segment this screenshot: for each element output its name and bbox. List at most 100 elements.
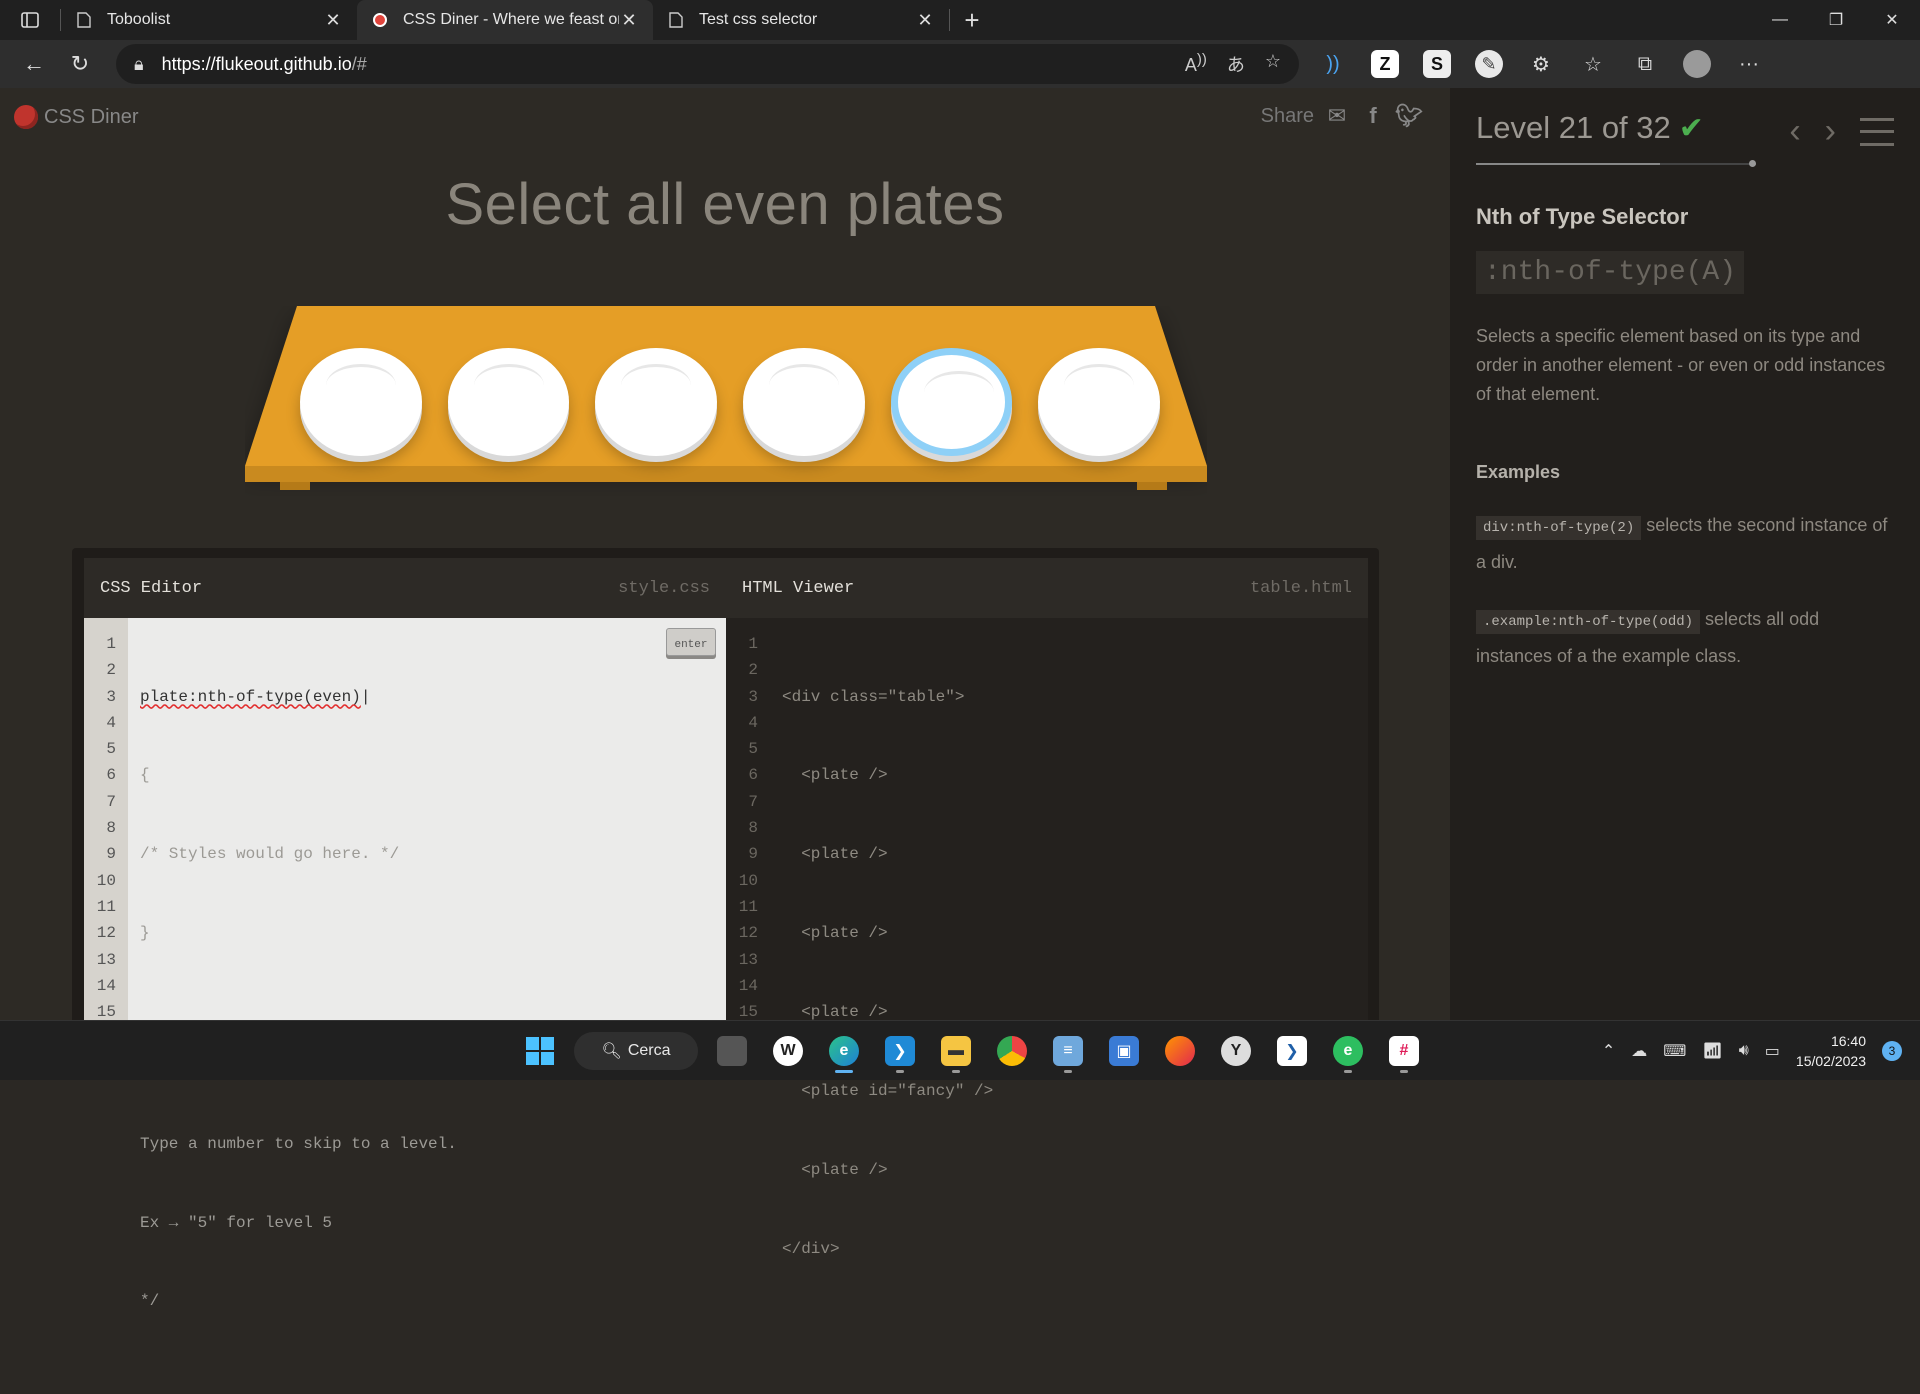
- logo-text: CSS Diner: [44, 105, 139, 128]
- chrome-icon[interactable]: [990, 1029, 1034, 1073]
- html-viewer-filename: table.html: [1249, 578, 1352, 598]
- minimize-button[interactable]: —: [1752, 0, 1808, 40]
- restore-button[interactable]: ❐: [1808, 0, 1864, 40]
- url-field[interactable]: 🔒︎ https://flukeout.github.io/# A)) あ ☆: [116, 44, 1299, 84]
- task-view-icon[interactable]: [710, 1029, 754, 1073]
- plate[interactable]: [595, 348, 717, 456]
- tab-label: Test css selector: [699, 11, 818, 28]
- tab-test-css-selector[interactable]: Test css selector ✕: [653, 0, 949, 40]
- examples-title: Examples: [1476, 462, 1561, 482]
- plates-row: [300, 348, 1160, 458]
- refresh-button[interactable]: ↻: [58, 44, 102, 84]
- enter-button[interactable]: enter: [666, 628, 716, 656]
- email-icon[interactable]: ✉: [1324, 103, 1350, 129]
- close-icon[interactable]: ✕: [323, 10, 343, 31]
- window-close-button[interactable]: ✕: [1864, 0, 1920, 40]
- collections-icon[interactable]: ⧉: [1625, 44, 1665, 84]
- wifi-icon[interactable]: 📶︎: [1702, 1041, 1722, 1061]
- more-menu-icon[interactable]: ···: [1729, 44, 1769, 84]
- plate[interactable]: [300, 348, 422, 456]
- search-icon: 🔍︎: [601, 1043, 622, 1060]
- remote-desktop-icon[interactable]: ▣: [1102, 1029, 1146, 1073]
- taskbar-search[interactable]: 🔍︎ Cerca: [574, 1032, 698, 1070]
- evernote-icon[interactable]: e: [1326, 1029, 1370, 1073]
- powershell-icon[interactable]: ❯: [1270, 1029, 1314, 1073]
- plate[interactable]: [447, 348, 570, 456]
- css-code: plate:nth-of-type(even)| { /* Styles wou…: [128, 618, 726, 1310]
- html-line[interactable]: <plate />: [782, 762, 1368, 788]
- clock[interactable]: 16:40 15/02/2023: [1796, 1031, 1866, 1071]
- extension-picker-icon[interactable]: ✎: [1469, 44, 1509, 84]
- volume-icon[interactable]: 🔊︎: [1739, 1042, 1749, 1060]
- onedrive-icon[interactable]: ☁: [1631, 1041, 1647, 1061]
- css-selector-input[interactable]: plate:nth-of-type(even)|: [140, 684, 726, 710]
- file-explorer-icon[interactable]: ▬: [934, 1029, 978, 1073]
- favorite-add-icon[interactable]: ☆: [1265, 51, 1281, 77]
- table: [245, 306, 1207, 496]
- vscode-icon[interactable]: ❯: [878, 1029, 922, 1073]
- example-item: div:nth-of-type(2) selects the second in…: [1476, 515, 1888, 572]
- read-aloud-icon[interactable]: A)): [1185, 51, 1207, 77]
- start-button[interactable]: [518, 1029, 562, 1073]
- html-line[interactable]: <plate id="fancy" />: [782, 1078, 1368, 1104]
- new-tab-button[interactable]: +: [950, 0, 994, 40]
- plate[interactable]: [1038, 348, 1160, 456]
- css-editor: CSS Editor style.css 1 2 3 4 5 6 7 8 9 10 11 12 13 14…: [84, 558, 726, 1310]
- html-line[interactable]: <div class="table">: [782, 684, 1368, 710]
- game-area: CSS Diner Share ✉ f 🐦︎ Select all even p…: [0, 88, 1450, 1310]
- share-bar: Share ✉ f 🐦︎: [1260, 103, 1423, 129]
- extension-s-icon[interactable]: S: [1417, 44, 1457, 84]
- selector-hint: Selects a specific element based on its …: [1476, 326, 1886, 404]
- tab-actions-icon: [21, 12, 39, 28]
- url-path: /#: [351, 53, 367, 74]
- html-line[interactable]: <plate />: [782, 920, 1368, 946]
- tab-label: Toboolist: [107, 11, 171, 28]
- logo[interactable]: CSS Diner: [14, 105, 138, 129]
- slack-icon[interactable]: #: [1382, 1029, 1426, 1073]
- notification-badge[interactable]: 3: [1882, 1041, 1902, 1061]
- level-menu-icon[interactable]: [1860, 117, 1894, 146]
- level-indicator: Level 21 of 32: [1476, 110, 1671, 145]
- translate-icon[interactable]: あ: [1227, 51, 1245, 77]
- extension-z-icon[interactable]: Z: [1365, 44, 1405, 84]
- html-viewer: HTML Viewer table.html 1 2 3 4 5 6 7 8 9 10 11 12 13…: [726, 558, 1368, 1258]
- page-icon: [75, 11, 93, 29]
- html-line[interactable]: <plate />: [782, 1157, 1368, 1183]
- html-line[interactable]: </div>: [782, 1236, 1368, 1262]
- checkmark-icon: ✔: [1678, 111, 1704, 145]
- edge-icon[interactable]: e: [822, 1029, 866, 1073]
- chevron-up-icon[interactable]: ⌃: [1602, 1041, 1615, 1061]
- keyboard-icon[interactable]: ⌨: [1663, 1041, 1686, 1061]
- extension-wave-icon[interactable]: )): [1313, 44, 1353, 84]
- back-button[interactable]: ←: [12, 44, 56, 84]
- twitter-icon[interactable]: 🐦︎: [1395, 103, 1423, 129]
- tab-toboolist[interactable]: Toboolist ✕: [61, 0, 357, 40]
- windows-icon: [526, 1037, 554, 1065]
- profile-avatar[interactable]: [1677, 44, 1717, 84]
- css-editor-title: CSS Editor: [100, 578, 203, 598]
- plate[interactable]: [742, 348, 865, 456]
- previous-level-icon[interactable]: ‹: [1789, 112, 1800, 151]
- notepad-icon[interactable]: ≡: [1046, 1029, 1090, 1073]
- close-icon[interactable]: ✕: [619, 10, 639, 31]
- tab-strip: Toboolist ✕ CSS Diner - Where we feast o…: [0, 0, 1920, 40]
- html-line[interactable]: <plate />: [782, 841, 1368, 867]
- address-bar-row: ← ↻ 🔒︎ https://flukeout.github.io/# A)) …: [0, 40, 1920, 88]
- html-line-numbers: 1 2 3 4 5 6 7 8 9 10 11 12 13 14 15: [726, 618, 770, 1028]
- word-icon[interactable]: W: [766, 1029, 810, 1073]
- battery-icon[interactable]: ▭: [1765, 1041, 1780, 1061]
- extensions-icon[interactable]: ⚙: [1521, 44, 1561, 84]
- facebook-icon[interactable]: f: [1360, 103, 1386, 129]
- share-label: Share: [1260, 104, 1314, 127]
- close-icon[interactable]: ✕: [915, 10, 935, 31]
- tab-label: CSS Diner - Where we feast on C: [403, 11, 619, 28]
- tab-css-diner[interactable]: CSS Diner - Where we feast on C ✕: [357, 0, 653, 40]
- firefox-icon[interactable]: [1158, 1029, 1202, 1073]
- next-level-icon[interactable]: ›: [1825, 112, 1836, 151]
- plate-fancy[interactable]: [890, 348, 1013, 456]
- clock-app-icon[interactable]: Y: [1214, 1029, 1258, 1073]
- lock-icon: 🔒︎: [134, 53, 144, 74]
- system-tray: ⌃ ☁ ⌨ 📶︎ 🔊︎ ▭ 16:40 15/02/2023 3: [1602, 1021, 1902, 1081]
- tab-actions-button[interactable]: [0, 0, 60, 40]
- favorites-icon[interactable]: ☆: [1573, 44, 1613, 84]
